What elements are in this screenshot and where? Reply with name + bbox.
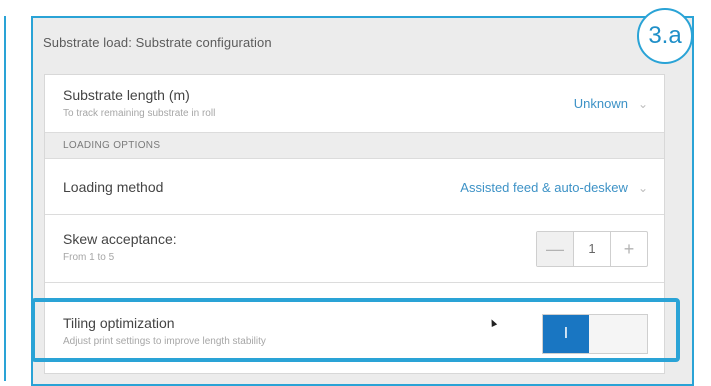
skew-acceptance-sub: From 1 to 5 bbox=[63, 252, 115, 263]
skew-acceptance-label: Skew acceptance: bbox=[63, 231, 177, 247]
skew-stepper: — 1 + bbox=[536, 231, 648, 267]
substrate-length-row[interactable]: Substrate length (m) To track remaining … bbox=[45, 75, 664, 133]
chevron-down-icon: ⌄ bbox=[637, 181, 648, 195]
tiling-optimization-toggle[interactable]: I bbox=[542, 314, 648, 354]
window-title: Substrate load: Substrate configuration bbox=[43, 35, 272, 50]
decrement-button[interactable]: — bbox=[537, 232, 574, 266]
tiling-optimization-label: Tiling optimization bbox=[63, 315, 175, 331]
left-panel-edge bbox=[0, 16, 6, 381]
chevron-down-icon: ⌄ bbox=[637, 97, 648, 111]
tiling-optimization-sub: Adjust print settings to improve length … bbox=[63, 336, 266, 347]
increment-button[interactable]: + bbox=[610, 232, 647, 266]
toggle-on-indicator: I bbox=[543, 315, 589, 353]
loading-method-label: Loading method bbox=[63, 179, 164, 195]
loading-method-row[interactable]: Loading method Assisted feed & auto-desk… bbox=[45, 159, 664, 215]
section-title: LOADING OPTIONS bbox=[63, 140, 161, 151]
substrate-length-label: Substrate length (m) bbox=[63, 87, 190, 103]
step-badge: 3.a bbox=[637, 8, 693, 64]
loading-method-value: Assisted feed & auto-deskew bbox=[460, 180, 628, 195]
loading-method-dropdown[interactable]: Assisted feed & auto-deskew ⌄ bbox=[460, 180, 648, 195]
substrate-length-sub: To track remaining substrate in roll bbox=[63, 108, 216, 119]
skew-value[interactable]: 1 bbox=[574, 232, 610, 266]
section-header: LOADING OPTIONS bbox=[45, 133, 664, 159]
substrate-length-dropdown[interactable]: Unknown ⌄ bbox=[574, 96, 648, 111]
substrate-length-value: Unknown bbox=[573, 96, 628, 111]
skew-acceptance-row: Skew acceptance: From 1 to 5 — 1 + bbox=[45, 215, 664, 283]
